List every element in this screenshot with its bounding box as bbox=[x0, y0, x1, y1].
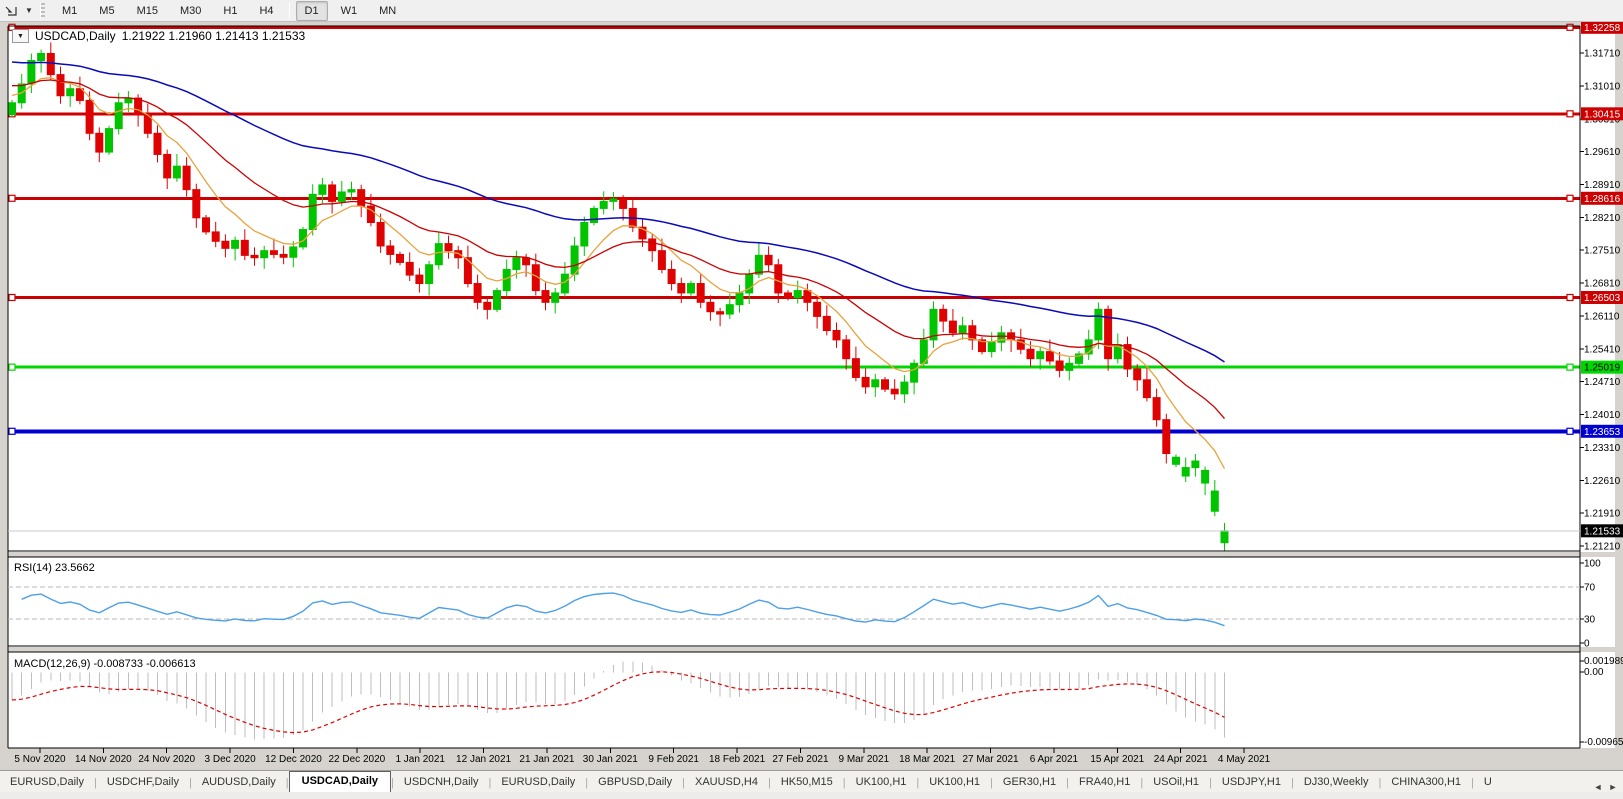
tab-GBPUSD-Daily[interactable]: GBPUSD,Daily bbox=[588, 773, 682, 792]
rsi-indicator-label: RSI(14) 23.5662 bbox=[14, 562, 95, 574]
svg-text:1.21210: 1.21210 bbox=[1584, 541, 1621, 552]
svg-text:18 Mar 2021: 18 Mar 2021 bbox=[899, 754, 956, 765]
tab-GER30-H1[interactable]: GER30,H1 bbox=[993, 773, 1066, 792]
macd-indicator-label: MACD(12,26,9) -0.008733 -0.006613 bbox=[14, 658, 196, 670]
timeframe-toolbar: ▼ M1M5M15M30H1H4 D1W1MN bbox=[0, 0, 1623, 22]
tab-HK50-M15[interactable]: HK50,M15 bbox=[771, 773, 843, 792]
tab-DJ30-Weekly[interactable]: DJ30,Weekly bbox=[1294, 773, 1379, 792]
svg-text:12 Dec 2020: 12 Dec 2020 bbox=[265, 754, 322, 765]
svg-text:1.24010: 1.24010 bbox=[1584, 410, 1621, 421]
svg-text:22 Dec 2020: 22 Dec 2020 bbox=[328, 754, 385, 765]
symbol-dropdown-icon[interactable]: ▼ bbox=[12, 29, 29, 43]
svg-text:24 Nov 2020: 24 Nov 2020 bbox=[138, 754, 195, 765]
tab-scroll-right-icon[interactable]: ► bbox=[1607, 782, 1619, 792]
timeframe-button-H4[interactable]: H4 bbox=[250, 1, 282, 21]
tab-USDCNH-Daily[interactable]: USDCNH,Daily bbox=[394, 773, 489, 792]
svg-text:1.23653: 1.23653 bbox=[1584, 427, 1621, 438]
tab-EURUSD-Daily[interactable]: EURUSD,Daily bbox=[0, 773, 94, 792]
svg-text:1.26810: 1.26810 bbox=[1584, 279, 1621, 290]
svg-text:70: 70 bbox=[1584, 583, 1596, 594]
timeframe-button-M5[interactable]: M5 bbox=[90, 1, 123, 21]
svg-text:1.31010: 1.31010 bbox=[1584, 81, 1621, 92]
svg-text:15 Apr 2021: 15 Apr 2021 bbox=[1090, 754, 1144, 765]
timeframe-button-M30[interactable]: M30 bbox=[171, 1, 210, 21]
tab-USOil-H1[interactable]: USOil,H1 bbox=[1143, 773, 1209, 792]
toolbar-divider bbox=[289, 3, 290, 19]
chart-mode-icon[interactable] bbox=[2, 2, 22, 20]
svg-text:4 May 2021: 4 May 2021 bbox=[1218, 754, 1271, 765]
svg-text:1.28210: 1.28210 bbox=[1584, 213, 1621, 224]
svg-text:1.24710: 1.24710 bbox=[1584, 377, 1621, 388]
tab-UK100-H1[interactable]: UK100,H1 bbox=[846, 773, 917, 792]
svg-text:12 Jan 2021: 12 Jan 2021 bbox=[456, 754, 511, 765]
svg-text:1.30415: 1.30415 bbox=[1584, 109, 1621, 120]
svg-text:-0.009659: -0.009659 bbox=[1584, 737, 1623, 748]
svg-text:27 Mar 2021: 27 Mar 2021 bbox=[962, 754, 1019, 765]
tab-scroll-left-icon[interactable]: ◄ bbox=[1592, 782, 1604, 792]
svg-text:1.23310: 1.23310 bbox=[1584, 443, 1621, 454]
tab-UK100-H1[interactable]: UK100,H1 bbox=[919, 773, 990, 792]
svg-text:1.26503: 1.26503 bbox=[1584, 293, 1621, 304]
svg-text:1.25410: 1.25410 bbox=[1584, 344, 1621, 355]
chart-tabbar: EURUSD,Daily|USDCHF,Daily|AUDUSD,Daily|U… bbox=[0, 770, 1623, 792]
bottom-strip bbox=[0, 792, 1623, 799]
chart-canvas[interactable]: 1.317101.310101.303101.296101.289101.282… bbox=[0, 22, 1623, 770]
timeframe-button-M15[interactable]: M15 bbox=[128, 1, 167, 21]
tab-USDCHF-Daily[interactable]: USDCHF,Daily bbox=[97, 773, 189, 792]
svg-text:30: 30 bbox=[1584, 615, 1596, 626]
svg-text:0.00: 0.00 bbox=[1584, 667, 1604, 678]
svg-text:9 Feb 2021: 9 Feb 2021 bbox=[648, 754, 699, 765]
svg-text:1.32258: 1.32258 bbox=[1584, 23, 1621, 34]
svg-text:1.22610: 1.22610 bbox=[1584, 476, 1621, 487]
timeframe-button-W1[interactable]: W1 bbox=[332, 1, 367, 21]
svg-text:1.26110: 1.26110 bbox=[1584, 311, 1620, 322]
tab-U[interactable]: U bbox=[1474, 773, 1502, 792]
svg-text:27 Feb 2021: 27 Feb 2021 bbox=[772, 754, 829, 765]
tab-AUDUSD-Daily[interactable]: AUDUSD,Daily bbox=[192, 773, 286, 792]
tab-USDJPY-H1[interactable]: USDJPY,H1 bbox=[1212, 773, 1291, 792]
svg-text:6 Apr 2021: 6 Apr 2021 bbox=[1030, 754, 1079, 765]
svg-text:1.28910: 1.28910 bbox=[1584, 180, 1621, 191]
toolbar-grip[interactable] bbox=[40, 3, 45, 19]
svg-text:1.27510: 1.27510 bbox=[1584, 246, 1621, 257]
tab-EURUSD-Daily[interactable]: EURUSD,Daily bbox=[491, 773, 585, 792]
svg-text:9 Mar 2021: 9 Mar 2021 bbox=[839, 754, 890, 765]
svg-text:1.29610: 1.29610 bbox=[1584, 147, 1621, 158]
svg-text:1.25019: 1.25019 bbox=[1584, 363, 1621, 374]
svg-text:0: 0 bbox=[1584, 639, 1590, 650]
svg-text:24 Apr 2021: 24 Apr 2021 bbox=[1154, 754, 1208, 765]
chart-title-ohlc: 1.21922 1.21960 1.21413 1.21533 bbox=[122, 29, 306, 43]
chart-title: ▼ USDCAD,Daily 1.21922 1.21960 1.21413 1… bbox=[12, 29, 305, 43]
svg-text:1.21910: 1.21910 bbox=[1584, 509, 1621, 520]
svg-text:21 Jan 2021: 21 Jan 2021 bbox=[519, 754, 574, 765]
tab-CHINA300-H1[interactable]: CHINA300,H1 bbox=[1381, 773, 1471, 792]
tab-scroll-arrows: ◄► bbox=[1592, 782, 1623, 792]
svg-text:1.21533: 1.21533 bbox=[1584, 526, 1621, 537]
tab-FRA40-H1[interactable]: FRA40,H1 bbox=[1069, 773, 1140, 792]
svg-text:14 Nov 2020: 14 Nov 2020 bbox=[75, 754, 132, 765]
svg-text:30 Jan 2021: 30 Jan 2021 bbox=[583, 754, 638, 765]
svg-text:100: 100 bbox=[1584, 559, 1601, 570]
timeframe-button-M1[interactable]: M1 bbox=[53, 1, 86, 21]
tab-USDCAD-Daily[interactable]: USDCAD,Daily bbox=[289, 771, 391, 792]
timeframe-button-MN[interactable]: MN bbox=[370, 1, 405, 21]
chart-mode-dropdown-icon[interactable]: ▼ bbox=[22, 2, 36, 20]
svg-text:3 Dec 2020: 3 Dec 2020 bbox=[205, 754, 257, 765]
svg-text:18 Feb 2021: 18 Feb 2021 bbox=[709, 754, 766, 765]
svg-text:1 Jan 2021: 1 Jan 2021 bbox=[395, 754, 445, 765]
svg-text:1.28616: 1.28616 bbox=[1584, 194, 1621, 205]
mt4-window: ▼ M1M5M15M30H1H4 D1W1MN 1.31710 1.31010 1.3… bbox=[0, 0, 1623, 799]
timeframe-button-H1[interactable]: H1 bbox=[214, 1, 246, 21]
svg-text:1.31710: 1.31710 bbox=[1584, 49, 1621, 60]
timeframe-button-D1[interactable]: D1 bbox=[296, 1, 328, 21]
svg-text:5 Nov 2020: 5 Nov 2020 bbox=[14, 754, 66, 765]
chart-title-symbol: USDCAD,Daily bbox=[35, 29, 116, 43]
tab-XAUUSD-H4[interactable]: XAUUSD,H4 bbox=[685, 773, 768, 792]
svg-text:0.001989: 0.001989 bbox=[1584, 656, 1623, 667]
